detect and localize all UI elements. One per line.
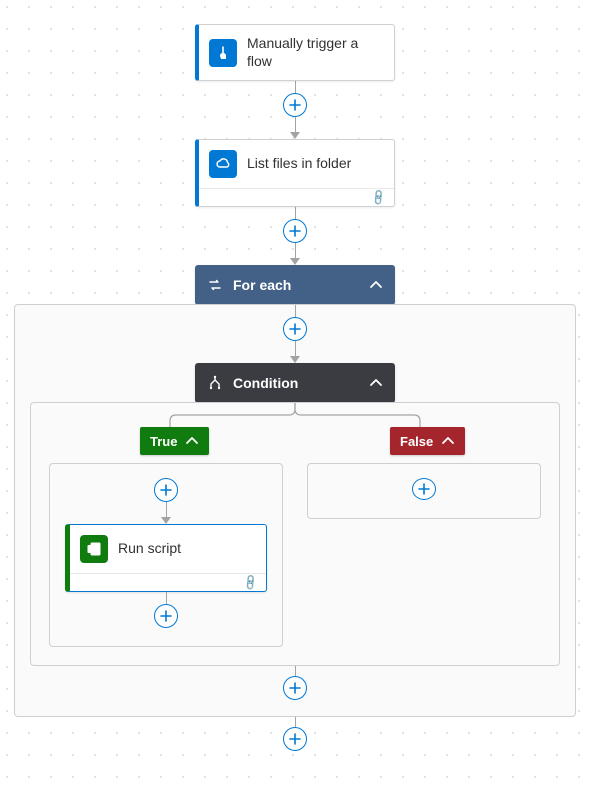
run-script-label: Run script: [118, 540, 181, 558]
loop-icon: [207, 277, 223, 293]
true-branch-badge[interactable]: True: [140, 427, 209, 455]
add-step-button[interactable]: [154, 604, 178, 628]
chevron-up-icon: [185, 434, 199, 448]
chevron-up-icon: [441, 434, 455, 448]
arrow-down-icon: [290, 356, 300, 363]
add-step-button[interactable]: [283, 219, 307, 243]
true-label: True: [150, 434, 177, 449]
excel-icon: [80, 535, 108, 563]
add-step-button[interactable]: [154, 478, 178, 502]
add-step-button[interactable]: [283, 676, 307, 700]
branch-icon: [207, 375, 223, 391]
for-each-container: Condition True False: [14, 304, 576, 717]
arrow-down-icon: [290, 258, 300, 265]
trigger-label: Manually trigger a flow: [247, 35, 384, 70]
for-each-header[interactable]: For each: [195, 265, 395, 305]
run-script-card[interactable]: Run script 🔗: [65, 524, 267, 592]
condition-label: Condition: [233, 375, 359, 391]
condition-container: True False: [30, 402, 560, 666]
add-step-button[interactable]: [283, 317, 307, 341]
for-each-label: For each: [233, 277, 359, 293]
link-icon: 🔗: [242, 573, 261, 592]
true-branch-container: Run script 🔗: [49, 463, 283, 647]
list-files-label: List files in folder: [247, 155, 351, 173]
chevron-up-icon: [369, 376, 383, 390]
false-label: False: [400, 434, 433, 449]
link-icon: 🔗: [370, 188, 389, 207]
false-branch-container: [307, 463, 541, 519]
add-step-button[interactable]: [283, 727, 307, 751]
chevron-up-icon: [369, 278, 383, 292]
add-step-button[interactable]: [412, 478, 436, 500]
trigger-card[interactable]: Manually trigger a flow: [195, 24, 395, 81]
condition-header[interactable]: Condition: [195, 363, 395, 403]
false-branch-badge[interactable]: False: [390, 427, 465, 455]
list-files-card[interactable]: List files in folder 🔗: [195, 139, 395, 207]
manual-trigger-icon: [209, 39, 237, 67]
arrow-down-icon: [161, 517, 171, 524]
onedrive-icon: [209, 150, 237, 178]
add-step-button[interactable]: [283, 93, 307, 117]
arrow-down-icon: [290, 132, 300, 139]
